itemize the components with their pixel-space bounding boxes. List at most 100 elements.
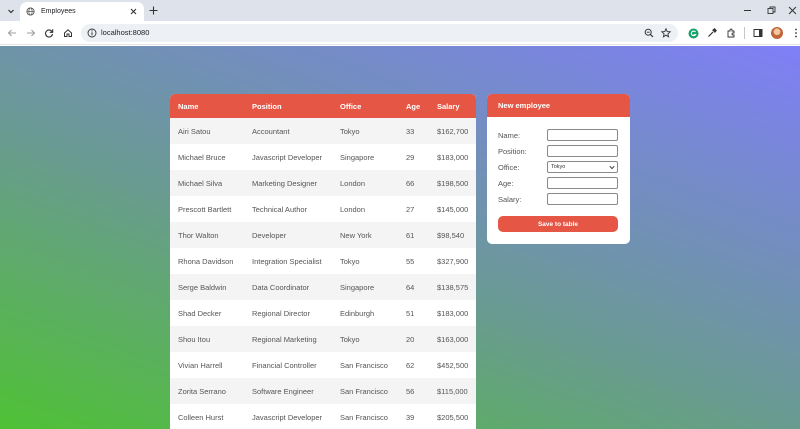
cell-age: 56 (398, 378, 429, 404)
cell-salary: $327,900 (429, 248, 476, 274)
tab-employees[interactable]: Employees (20, 2, 144, 21)
table-row: Zorita Serrano Software Engineer San Franc… (170, 378, 476, 404)
tab-search-icon[interactable] (4, 4, 18, 17)
cell-salary: $452,500 (429, 352, 476, 378)
cell-office: London (332, 196, 398, 222)
cell-office: San Francisco (332, 404, 398, 429)
minimize-icon[interactable] (741, 4, 753, 16)
cell-name: Prescott Bartlett (170, 196, 244, 222)
cell-office: New York (332, 222, 398, 248)
back-arrow-icon[interactable] (6, 27, 18, 39)
cell-age: 61 (398, 222, 429, 248)
cell-age: 20 (398, 326, 429, 352)
tab-title: Employees (41, 8, 76, 15)
cell-age: 33 (398, 118, 429, 144)
restore-icon[interactable] (765, 4, 777, 16)
side-panel-icon[interactable] (752, 27, 764, 39)
cell-position: Javascript Developer (244, 404, 332, 429)
cell-office: San Francisco (332, 352, 398, 378)
table-header-row: Name Position Office Age Salary (170, 94, 476, 118)
cell-name: Michael Bruce (170, 144, 244, 170)
cell-office: Singapore (332, 274, 398, 300)
position-row: Position: (498, 145, 618, 157)
bookmark-star-icon[interactable] (661, 28, 671, 38)
table-row: Michael Silva Marketing Designer London 66 $… (170, 170, 476, 196)
cell-office: Tokyo (332, 248, 398, 274)
cell-position: Javascript Developer (244, 144, 332, 170)
cell-position: Software Engineer (244, 378, 332, 404)
more-menu-icon[interactable] (790, 27, 800, 39)
cell-age: 55 (398, 248, 429, 274)
cell-position: Marketing Designer (244, 170, 332, 196)
cell-office: Tokyo (332, 118, 398, 144)
header-office: Office (332, 94, 398, 118)
table-row: Prescott Bartlett Technical Author London 2… (170, 196, 476, 222)
cell-age: 29 (398, 144, 429, 170)
salary-input[interactable] (547, 193, 618, 205)
office-label: Office: (498, 163, 520, 172)
table-row: Colleen Hurst Javascript Developer San Fra… (170, 404, 476, 429)
globe-icon (26, 7, 35, 16)
cell-office: Edinburgh (332, 300, 398, 326)
cell-age: 39 (398, 404, 429, 429)
office-select[interactable]: Tokyo (547, 161, 618, 173)
age-input[interactable] (547, 177, 618, 189)
age-row: Age: (498, 177, 618, 189)
cell-age: 64 (398, 274, 429, 300)
cell-salary: $115,000 (429, 378, 476, 404)
tab-strip: Employees (0, 0, 800, 21)
table-row: Michael Bruce Javascript Developer Singapo… (170, 144, 476, 170)
table-row: Vivian Harrell Financial Controller San Fr… (170, 352, 476, 378)
employees-table: Name Position Office Age Salary Airi Sat… (170, 94, 476, 429)
table-row: Airi Satou Accountant Tokyo 33 $162,700 (170, 118, 476, 144)
cell-salary: $205,500 (429, 404, 476, 429)
cell-position: Accountant (244, 118, 332, 144)
name-label: Name: (498, 131, 521, 140)
position-input[interactable] (547, 145, 618, 157)
office-row: Office: Tokyo (498, 161, 618, 173)
cell-name: Serge Baldwin (170, 274, 244, 300)
cell-office: San Francisco (332, 378, 398, 404)
reload-icon[interactable] (43, 27, 55, 39)
cell-name: Colleen Hurst (170, 404, 244, 429)
home-icon[interactable] (62, 27, 74, 39)
table-row: Thor Walton Developer New York 61 $98,540 (170, 222, 476, 248)
new-employee-form: New employee Name: Position: Office: Tok… (487, 94, 630, 244)
cell-office: Tokyo (332, 326, 398, 352)
cell-name: Rhona Davidson (170, 248, 244, 274)
site-info-icon[interactable] (87, 28, 97, 38)
position-label: Position: (498, 147, 527, 156)
extensions-puzzle-icon[interactable] (725, 27, 737, 39)
cell-office: London (332, 170, 398, 196)
cell-name: Vivian Harrell (170, 352, 244, 378)
cell-name: Airi Satou (170, 118, 244, 144)
chevron-down-icon (609, 165, 615, 170)
url-text: localhost:8080 (101, 28, 150, 37)
cell-salary: $183,000 (429, 144, 476, 170)
salary-label: Salary: (498, 195, 522, 204)
save-to-table-button[interactable]: Save to table (498, 216, 618, 232)
profile-avatar[interactable] (771, 27, 783, 39)
close-icon[interactable] (129, 7, 138, 16)
cell-salary: $183,000 (429, 300, 476, 326)
cell-salary: $138,575 (429, 274, 476, 300)
cell-name: Michael Silva (170, 170, 244, 196)
forward-arrow-icon[interactable] (25, 27, 37, 39)
employees-table-card: Name Position Office Age Salary Airi Sat… (170, 94, 476, 429)
eyedropper-icon[interactable] (706, 27, 718, 39)
cell-position: Technical Author (244, 196, 332, 222)
extension-grammar-icon[interactable] (687, 27, 699, 39)
cell-position: Developer (244, 222, 332, 248)
cell-office: Singapore (332, 144, 398, 170)
new-tab-icon[interactable] (148, 5, 159, 16)
table-row: Shou Itou Regional Marketing Tokyo 20 $163,0… (170, 326, 476, 352)
cell-position: Regional Director (244, 300, 332, 326)
zoom-icon[interactable] (644, 28, 654, 38)
cell-name: Thor Walton (170, 222, 244, 248)
address-bar[interactable]: localhost:8080 (81, 24, 678, 42)
window-close-icon[interactable] (786, 4, 798, 16)
cell-age: 27 (398, 196, 429, 222)
cell-salary: $162,700 (429, 118, 476, 144)
name-input[interactable] (547, 129, 618, 141)
header-salary: Salary (429, 94, 476, 118)
